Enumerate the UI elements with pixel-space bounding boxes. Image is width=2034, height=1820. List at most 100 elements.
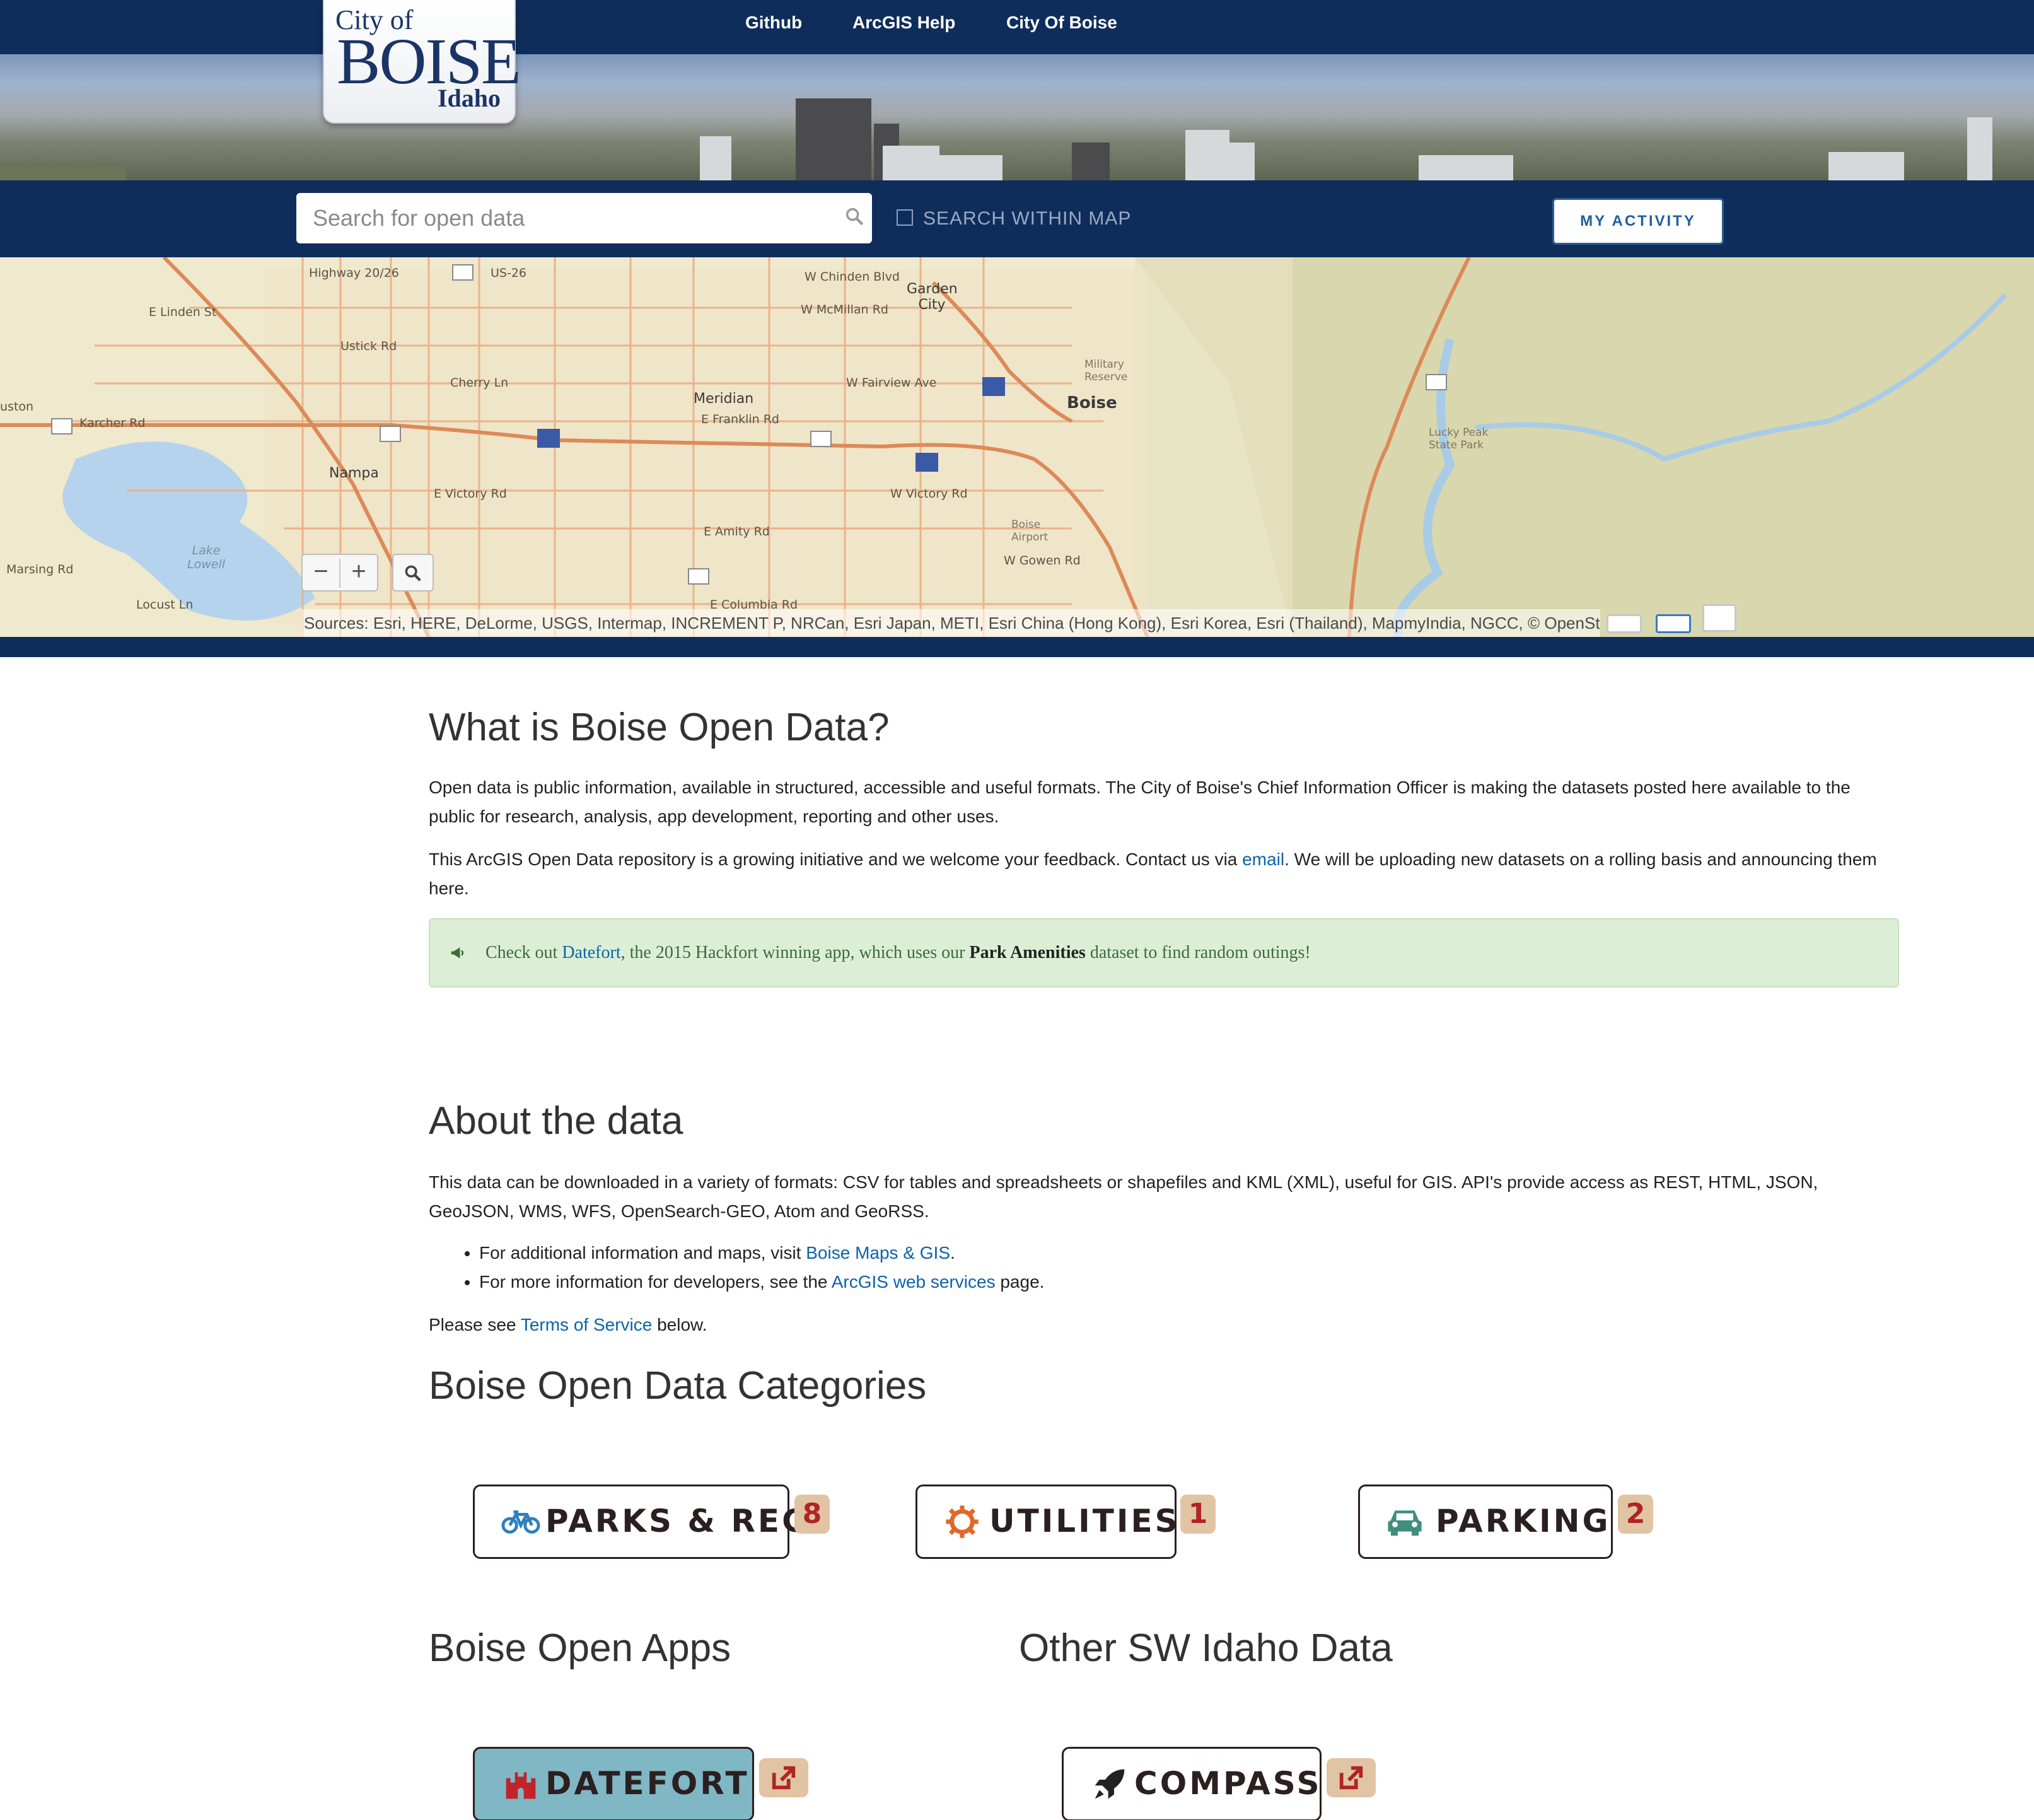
map-label-chinden-blvd: W Chinden Blvd	[805, 270, 900, 284]
arcgis-web-services-link[interactable]: ArcGIS web services	[832, 1272, 996, 1292]
email-link[interactable]: email	[1242, 849, 1284, 869]
map-label-victory-rd: E Victory Rd	[434, 487, 507, 501]
map-label-meridian: Meridian	[694, 391, 754, 407]
rocket-icon	[1095, 1769, 1125, 1799]
logo-line-idaho: Idaho	[437, 84, 501, 112]
zoom-out-button[interactable]: −	[303, 557, 339, 586]
other-compass-label: COMPASS	[1134, 1765, 1322, 1802]
map-label-lake-lowell: Lake Lowell	[187, 544, 225, 571]
search-bar: SEARCH WITHIN MAP MY ACTIVITY	[0, 180, 2034, 257]
magnifier-icon	[405, 565, 421, 581]
city-of-boise-logo[interactable]: City of BOISE Idaho	[323, 0, 521, 124]
app-datefort-label: DATEFORT	[545, 1765, 750, 1802]
map-label-uston: uston	[0, 400, 34, 414]
category-parking-button[interactable]: PARKING	[1358, 1485, 1613, 1559]
map-label-cherry-ln: Cherry Ln	[450, 376, 509, 390]
map-label-fairview-ave: W Fairview Ave	[846, 376, 937, 390]
app-datefort-button[interactable]: DATEFORT	[473, 1747, 754, 1820]
basemap-toggle-3[interactable]	[1702, 604, 1736, 632]
map-label-boise-airport: Boise Airport	[1011, 518, 1049, 544]
map-label-amity-rd: E Amity Rd	[704, 525, 770, 539]
my-activity-button[interactable]: MY ACTIVITY	[1552, 198, 1724, 245]
map-label-franklin-rd: E Franklin Rd	[701, 412, 779, 426]
map-label-mcmillan-rd: W McMillan Rd	[801, 303, 888, 317]
search-input[interactable]	[296, 193, 872, 243]
bullet-2-end: page.	[995, 1272, 1045, 1292]
map-label-linden-st: E Linden St	[149, 305, 217, 319]
category-parking-label: PARKING	[1436, 1503, 1611, 1539]
map-label-boise: Boise	[1067, 394, 1117, 412]
list-item: For additional information and maps, vis…	[479, 1239, 1044, 1268]
bullet-2-text: For more information for developers, see…	[479, 1272, 832, 1292]
category-utilities-button[interactable]: UTILITIES	[915, 1485, 1180, 1559]
gear-icon	[946, 1505, 979, 1538]
map-attribution: Sources: Esri, HERE, DeLorme, USGS, Inte…	[301, 609, 1600, 637]
external-link-icon	[772, 1766, 796, 1790]
about-heading: About the data	[429, 1099, 683, 1143]
basemap-toggle-1[interactable]	[1607, 614, 1642, 633]
about-paragraph-1: This data can be downloaded in a variety…	[429, 1172, 1818, 1221]
about-p2-text: Please see	[429, 1315, 521, 1334]
map-label-ustick-rd: Ustick Rd	[340, 339, 397, 353]
alert-park-amenities: Park Amenities	[969, 943, 1086, 962]
terms-of-service-link[interactable]: Terms of Service	[521, 1315, 653, 1334]
top-nav-bar: Github ArcGIS Help City Of Boise	[0, 0, 2034, 54]
category-utilities-label: UTILITIES	[989, 1503, 1180, 1539]
megaphone-icon	[451, 947, 464, 959]
category-parks-rec-button[interactable]: PARKS & REC	[473, 1485, 805, 1559]
nav-link-arcgis-help[interactable]: ArcGIS Help	[852, 13, 955, 33]
map-view[interactable]: Boise Meridian Nampa Garden City Lake Lo…	[0, 257, 2034, 637]
apps-heading: Boise Open Apps	[429, 1626, 731, 1670]
datefort-external-link[interactable]	[759, 1758, 808, 1797]
nav-link-city-of-boise[interactable]: City Of Boise	[1006, 13, 1117, 33]
map-label-lucky-peak: Lucky Peak State Park	[1429, 426, 1489, 452]
zoom-in-button[interactable]: +	[340, 557, 377, 586]
datefort-alert: Check out Datefort, the 2015 Hackfort wi…	[429, 918, 1899, 988]
other-data-heading: Other SW Idaho Data	[1019, 1626, 1393, 1670]
search-within-map-label[interactable]: SEARCH WITHIN MAP	[923, 208, 1131, 230]
bullet-1-text: For additional information and maps, vis…	[479, 1243, 806, 1263]
bicycle-icon	[501, 1510, 540, 1534]
map-label-locust-ln: Locust Ln	[136, 598, 194, 612]
map-zoom-control: − +	[301, 554, 378, 592]
map-label-highway-20-26: Highway 20/26	[309, 266, 399, 280]
search-icon[interactable]	[844, 206, 865, 227]
about-paragraph-2: Please see Terms of Service below.	[429, 1310, 1879, 1339]
map-label-military-reserve: Military Reserve	[1084, 358, 1128, 383]
header-banner-image	[0, 54, 2034, 180]
about-bullet-list: For additional information and maps, vis…	[479, 1239, 1044, 1297]
intro-p2-text: This ArcGIS Open Data repository is a gr…	[429, 849, 1243, 869]
alert-text-2: , the 2015 Hackfort winning app, which u…	[620, 943, 970, 962]
map-label-gowen-rd: W Gowen Rd	[1004, 554, 1081, 568]
alert-text-3: dataset to find random outings!	[1085, 943, 1311, 962]
about-p2-end: below.	[652, 1315, 707, 1334]
map-label-nampa: Nampa	[329, 465, 379, 481]
bullet-1-end: .	[950, 1243, 955, 1263]
intro-paragraph-1: Open data is public information, availab…	[429, 778, 1851, 826]
compass-external-link[interactable]	[1327, 1758, 1376, 1797]
datefort-link[interactable]: Datefort	[562, 943, 620, 962]
parks-rec-count-badge: 8	[794, 1495, 830, 1534]
map-label-karcher-rd: Karcher Rd	[79, 416, 146, 430]
intro-paragraph-2: This ArcGIS Open Data repository is a gr…	[429, 845, 1904, 903]
external-link-icon	[1339, 1766, 1363, 1790]
map-search-button[interactable]	[392, 554, 434, 592]
parking-count-badge: 2	[1618, 1495, 1653, 1534]
categories-heading: Boise Open Data Categories	[429, 1364, 927, 1408]
map-label-garden-city: Garden City	[907, 281, 958, 313]
list-item: For more information for developers, see…	[479, 1268, 1044, 1297]
nav-link-github[interactable]: Github	[745, 13, 802, 33]
map-label-marsing-rd: Marsing Rd	[6, 563, 74, 576]
car-icon	[1388, 1510, 1422, 1536]
map-label-w-victory-rd: W Victory Rd	[890, 487, 968, 501]
map-label-us-26: US-26	[491, 266, 526, 280]
search-within-map-checkbox[interactable]	[897, 209, 913, 226]
alert-text-1: Check out	[485, 943, 562, 962]
castle-icon	[506, 1772, 536, 1799]
other-compass-button[interactable]: COMPASS	[1062, 1747, 1322, 1820]
category-parks-rec-label: PARKS & REC	[545, 1503, 808, 1539]
map-footer-bar	[0, 637, 2034, 657]
basemap-toggle-2[interactable]	[1656, 614, 1691, 633]
utilities-count-badge: 1	[1180, 1495, 1216, 1534]
boise-maps-gis-link[interactable]: Boise Maps & GIS	[806, 1243, 950, 1263]
